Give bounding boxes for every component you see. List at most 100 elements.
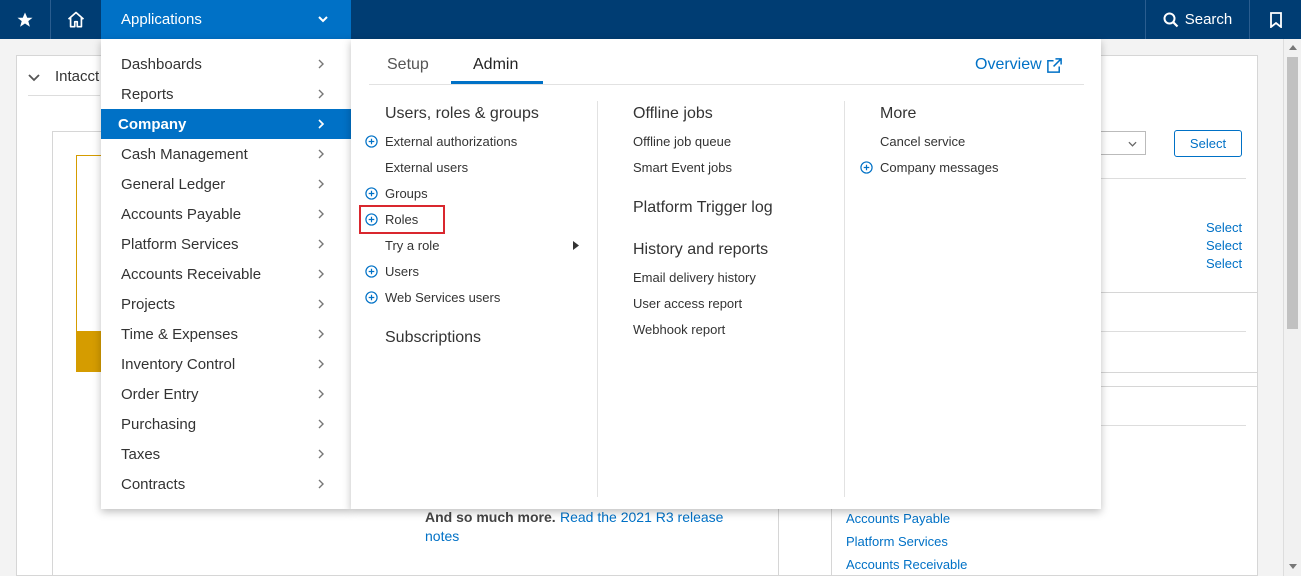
select-link[interactable]: Select: [1206, 220, 1242, 235]
app-link-accounts-payable[interactable]: Accounts Payable: [846, 511, 950, 526]
release-note-bold: And so much more.: [425, 509, 556, 525]
bookmark-icon: [1269, 11, 1282, 28]
subscriptions-link[interactable]: Subscriptions: [385, 329, 481, 347]
chevron-right-icon: [318, 59, 324, 69]
external-users-link[interactable]: External users: [385, 160, 468, 175]
scroll-down-icon[interactable]: [1289, 564, 1297, 570]
release-notes-link[interactable]: Read the 2021 R3 release: [560, 509, 723, 525]
sidebar-item-label: Projects: [121, 295, 176, 313]
chevron-right-icon: [318, 269, 324, 279]
sidebar-item-accounts-payable[interactable]: Accounts Payable: [101, 199, 351, 229]
sidebar-item-label: Platform Services: [121, 235, 239, 253]
chevron-right-icon: [318, 419, 324, 429]
offline-job-queue-link[interactable]: Offline job queue: [633, 134, 731, 149]
users-link[interactable]: Users: [385, 264, 419, 279]
caret-right-icon: [573, 241, 579, 250]
company-messages-link[interactable]: Company messages: [880, 160, 999, 175]
sidebar-item-label: Contracts: [121, 475, 186, 493]
email-delivery-history-link[interactable]: Email delivery history: [633, 270, 756, 285]
external-authorizations-link[interactable]: External authorizations: [385, 134, 517, 149]
chevron-right-icon: [318, 449, 324, 459]
sidebar-item-platform-services[interactable]: Platform Services: [101, 229, 351, 259]
chevron-right-icon: [318, 209, 324, 219]
chevron-right-icon: [318, 479, 324, 489]
offline-jobs-heading: Offline jobs: [633, 105, 713, 122]
add-icon[interactable]: [365, 213, 378, 226]
sidebar-item-company[interactable]: Company: [101, 109, 351, 139]
sidebar-item-label: Company: [118, 115, 187, 133]
release-notes-link-cont[interactable]: notes: [425, 528, 459, 544]
sidebar-item-label: Taxes: [121, 445, 161, 463]
platform-trigger-log-link[interactable]: Platform Trigger log: [633, 199, 773, 217]
chevron-right-icon: [318, 329, 324, 339]
sidebar-item-label: Purchasing: [121, 415, 197, 433]
tab-setup[interactable]: Setup: [387, 56, 429, 74]
chevron-down-icon: [318, 16, 328, 23]
chevron-right-icon: [318, 389, 324, 399]
favorites-button[interactable]: [0, 0, 50, 39]
roles-link[interactable]: Roles: [385, 212, 418, 227]
sidebar-item-label: Order Entry: [121, 385, 199, 403]
chevron-right-icon: [318, 179, 324, 189]
sidebar-item-label: Time & Expenses: [121, 325, 238, 343]
filter-dropdown[interactable]: [1100, 131, 1146, 155]
sidebar-item-dashboards[interactable]: Dashboards: [101, 49, 351, 79]
sidebar-item-general-ledger[interactable]: General Ledger: [101, 169, 351, 199]
sidebar-item-time-expenses[interactable]: Time & Expenses: [101, 319, 351, 349]
webhook-report-link[interactable]: Webhook report: [633, 322, 725, 337]
top-navigation-bar: Applications Search: [0, 0, 1301, 39]
page-scrollbar[interactable]: [1283, 39, 1301, 576]
applications-sidebar: Dashboards Reports Company Cash Manageme…: [101, 39, 351, 509]
overview-link[interactable]: Overview: [975, 56, 1063, 74]
more-heading: More: [880, 105, 917, 122]
sidebar-item-label: Accounts Receivable: [121, 265, 262, 283]
search-label: Search: [1184, 11, 1233, 28]
sidebar-item-reports[interactable]: Reports: [101, 79, 351, 109]
sidebar-item-order-entry[interactable]: Order Entry: [101, 379, 351, 409]
users-roles-groups-heading: Users, roles & groups: [385, 105, 539, 122]
applications-menu-button[interactable]: Applications: [101, 0, 351, 39]
applications-label: Applications: [121, 11, 202, 28]
sidebar-item-accounts-receivable[interactable]: Accounts Receivable: [101, 259, 351, 289]
try-a-role-link[interactable]: Try a role: [385, 238, 439, 253]
external-link-icon: [1046, 57, 1062, 73]
bookmark-button[interactable]: [1250, 0, 1301, 39]
scroll-up-icon[interactable]: [1289, 44, 1297, 50]
tabs-divider: [369, 84, 1084, 85]
sidebar-item-inventory-control[interactable]: Inventory Control: [101, 349, 351, 379]
sidebar-item-label: Inventory Control: [121, 355, 236, 373]
home-button[interactable]: [51, 0, 101, 39]
column-divider: [597, 101, 598, 497]
chevron-right-icon: [318, 299, 324, 309]
add-icon[interactable]: [365, 135, 378, 148]
scrollbar-thumb[interactable]: [1287, 57, 1298, 329]
add-icon[interactable]: [365, 291, 378, 304]
sidebar-item-label: Cash Management: [121, 145, 248, 163]
smart-event-jobs-link[interactable]: Smart Event jobs: [633, 160, 732, 175]
select-button[interactable]: Select: [1174, 130, 1242, 157]
sidebar-item-label: General Ledger: [121, 175, 226, 193]
chevron-right-icon: [318, 119, 325, 129]
user-access-report-link[interactable]: User access report: [633, 296, 742, 311]
groups-link[interactable]: Groups: [385, 186, 428, 201]
sidebar-item-contracts[interactable]: Contracts: [101, 469, 351, 499]
select-link[interactable]: Select: [1206, 256, 1242, 271]
search-button[interactable]: Search: [1146, 0, 1249, 39]
sidebar-item-purchasing[interactable]: Purchasing: [101, 409, 351, 439]
app-link-accounts-receivable[interactable]: Accounts Receivable: [846, 557, 967, 572]
chevron-right-icon: [318, 239, 324, 249]
sidebar-item-taxes[interactable]: Taxes: [101, 439, 351, 469]
sidebar-item-projects[interactable]: Projects: [101, 289, 351, 319]
chevron-down-icon: [1128, 141, 1137, 147]
cancel-service-link[interactable]: Cancel service: [880, 134, 965, 149]
select-link[interactable]: Select: [1206, 238, 1242, 253]
dashboard-title: Intacct: [55, 68, 100, 85]
sidebar-item-cash-management[interactable]: Cash Management: [101, 139, 351, 169]
add-icon[interactable]: [365, 187, 378, 200]
add-icon[interactable]: [860, 161, 873, 174]
add-icon[interactable]: [365, 265, 378, 278]
tab-admin[interactable]: Admin: [473, 56, 518, 74]
app-link-platform-services[interactable]: Platform Services: [846, 534, 948, 549]
chevron-right-icon: [318, 149, 324, 159]
web-services-users-link[interactable]: Web Services users: [385, 290, 500, 305]
